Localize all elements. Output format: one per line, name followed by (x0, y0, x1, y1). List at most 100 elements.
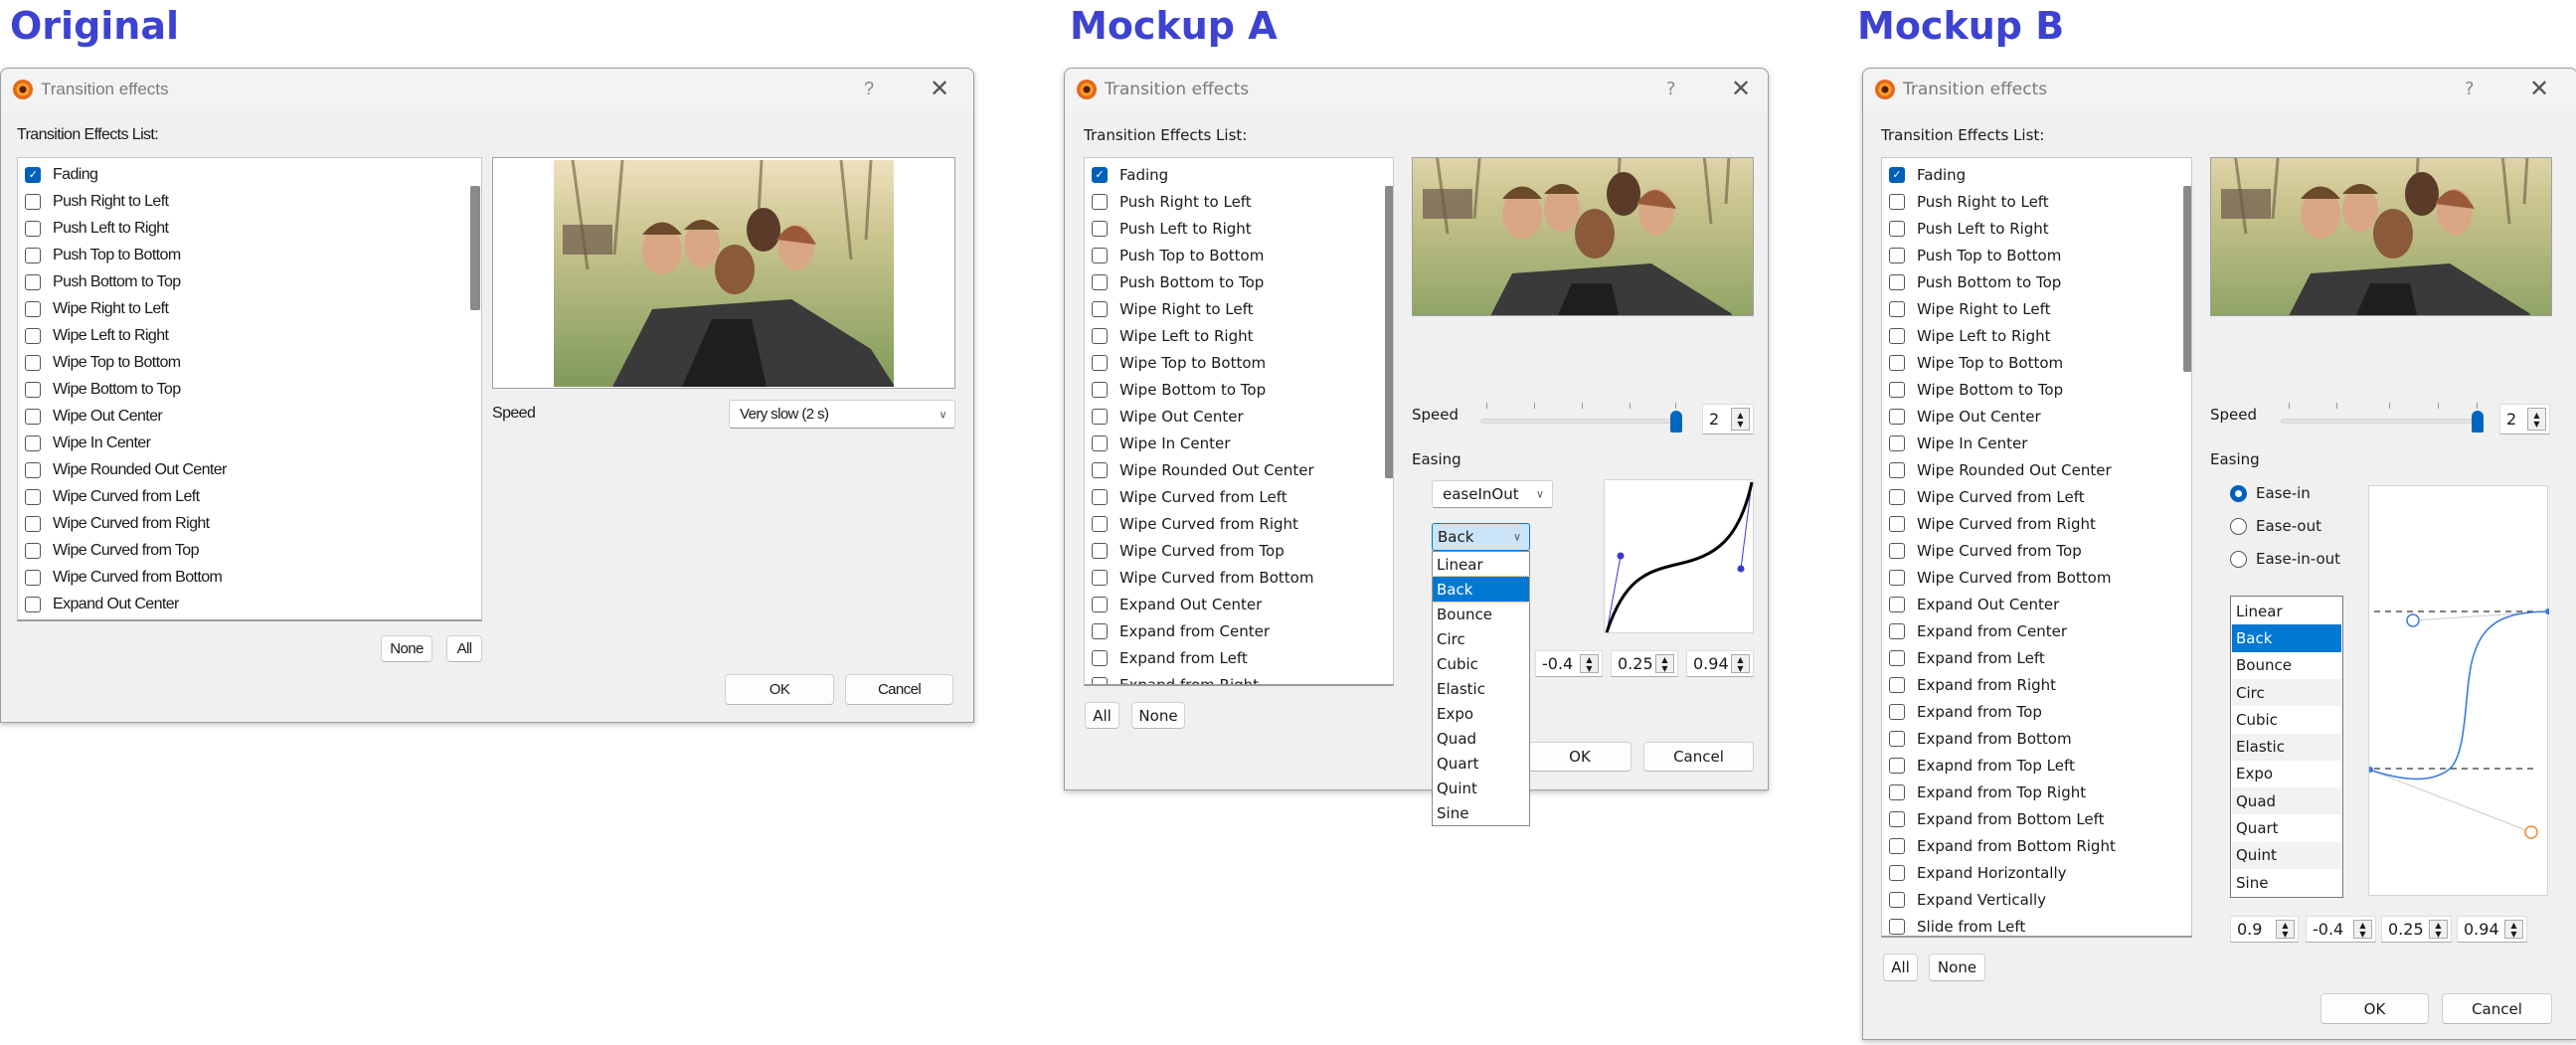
checkbox-icon[interactable] (1889, 193, 1905, 210)
radio-ease-in[interactable]: Ease-in (2230, 484, 2311, 502)
spin-arrows-icon[interactable]: ▲ ▼ (2429, 920, 2448, 939)
scrollbar-thumb[interactable] (470, 186, 480, 310)
effect-list-item[interactable]: Push Right to Left (1889, 188, 2049, 215)
checkbox-icon[interactable] (1092, 220, 1108, 237)
effect-list-item[interactable]: ✓ Fading (1889, 161, 1966, 188)
checkbox-icon[interactable] (25, 542, 41, 559)
effect-list-item[interactable]: Wipe Out Center (1092, 403, 1244, 430)
easing-option[interactable]: Bounce (1433, 602, 1529, 626)
spin-arrows-icon[interactable]: ▲ ▼ (2276, 920, 2295, 939)
checkbox-icon[interactable] (1889, 622, 1905, 639)
effect-list-item[interactable]: Wipe Left to Right (1092, 322, 1254, 349)
effect-list-item[interactable]: Wipe Top to Bottom (25, 349, 181, 376)
effect-list-item[interactable]: Push Right to Left (1092, 188, 1252, 215)
effect-list-item[interactable]: Expand from Top (1889, 698, 2042, 725)
effect-list-item[interactable]: Wipe Rounded Out Center (1889, 456, 2112, 483)
effect-list-item[interactable]: Wipe Left to Right (1889, 322, 2051, 349)
checkbox-icon[interactable] (1092, 649, 1108, 666)
easing-option[interactable]: Sine (2232, 869, 2341, 896)
speed-slider[interactable] (1480, 419, 1681, 424)
spin-arrows-icon[interactable]: ▲ ▼ (1655, 654, 1674, 673)
checkbox-icon[interactable] (1889, 435, 1905, 451)
easing-option[interactable]: Quad (2232, 787, 2341, 815)
scrollbar-thumb[interactable] (1385, 186, 1393, 478)
effect-list-item[interactable]: Push Right to Left (25, 188, 169, 215)
effect-list-item[interactable]: Wipe Curved from Left (25, 483, 200, 510)
checkbox-icon[interactable] (25, 381, 41, 398)
speed-slider-handle[interactable] (1670, 411, 1682, 433)
easing-option[interactable]: Linear (1433, 552, 1529, 577)
effect-list-item[interactable]: Expand from Bottom (1889, 725, 2072, 752)
select-none-button[interactable]: None (381, 635, 432, 662)
easing-option[interactable]: Quart (2232, 814, 2341, 841)
easing-type-select[interactable]: Back ∨ (1432, 523, 1530, 551)
effect-list-item[interactable]: Wipe Out Center (1889, 403, 2041, 430)
checkbox-icon[interactable] (1092, 515, 1108, 532)
checkbox-icon[interactable] (25, 596, 41, 612)
select-all-button[interactable]: All (1085, 702, 1119, 729)
checkbox-icon[interactable] (1889, 220, 1905, 237)
help-button[interactable]: ? (1666, 79, 1676, 99)
ok-button[interactable]: OK (1528, 742, 1631, 772)
checkbox-icon[interactable] (1889, 408, 1905, 425)
effect-list-item[interactable]: Push Top to Bottom (1092, 242, 1264, 268)
effect-list-item[interactable]: Wipe Right to Left (1092, 295, 1254, 322)
effect-list-item[interactable]: Wipe In Center (1889, 430, 2027, 456)
easing-option[interactable]: Back (1432, 576, 1530, 603)
spin-arrows-icon[interactable]: ▲ ▼ (2353, 920, 2372, 939)
easing-option[interactable]: Cubic (2232, 706, 2341, 733)
effect-list-item[interactable]: Expand Out Center (1889, 591, 2059, 617)
checkbox-icon[interactable] (1092, 273, 1108, 290)
effect-list-item[interactable]: Wipe Curved from Bottom (1092, 564, 1313, 591)
checkbox-icon[interactable] (25, 354, 41, 371)
effect-list-item[interactable]: Wipe Rounded Out Center (1092, 456, 1314, 483)
effect-list-item[interactable]: Push Left to Right (25, 215, 169, 242)
effect-list-item[interactable]: Wipe In Center (25, 430, 151, 456)
checkbox-icon[interactable] (25, 247, 41, 263)
cancel-button[interactable]: Cancel (1643, 742, 1754, 772)
checkbox-icon[interactable] (1092, 488, 1108, 505)
checkbox-icon[interactable] (1889, 515, 1905, 532)
checkbox-icon[interactable] (25, 435, 41, 451)
effect-list-item[interactable]: Expand Horizontally (1889, 859, 2067, 886)
checkbox-icon[interactable] (1889, 247, 1905, 263)
effect-list-item[interactable]: Expand from Right (1092, 671, 1259, 684)
effect-list-item[interactable]: Expand from Left (1889, 644, 2045, 671)
checkbox-icon[interactable] (1092, 381, 1108, 398)
effect-list-item[interactable]: Wipe Bottom to Top (1092, 376, 1266, 403)
effect-list-item[interactable]: Wipe Right to Left (1889, 295, 2051, 322)
spin-arrows-icon[interactable]: ▲ ▼ (1731, 654, 1750, 673)
param-spinbox-3[interactable]: 0.94 ▲ ▼ (1686, 650, 1754, 677)
speed-slider[interactable] (2281, 419, 2478, 424)
checkbox-icon[interactable] (25, 515, 41, 532)
checkbox-icon[interactable] (1092, 193, 1108, 210)
easing-option[interactable]: Circ (1433, 626, 1529, 651)
checkbox-icon[interactable] (1889, 864, 1905, 881)
checkbox-icon[interactable] (1889, 461, 1905, 478)
checkbox-icon[interactable] (25, 569, 41, 586)
checkbox-icon[interactable] (1889, 730, 1905, 747)
easing-option[interactable]: Back (2232, 624, 2341, 652)
checkbox-icon[interactable] (1092, 622, 1108, 639)
easing-curve-preview[interactable] (2367, 485, 2551, 896)
effect-list-item[interactable]: Wipe Bottom to Top (25, 376, 181, 403)
checkbox-icon[interactable] (1889, 676, 1905, 693)
checkbox-icon[interactable] (1092, 300, 1108, 317)
speed-spinbox[interactable]: 2 ▲ ▼ (1702, 404, 1754, 435)
radio-ease-in-out[interactable]: Ease-in-out (2230, 550, 2340, 568)
checkbox-icon[interactable] (1092, 542, 1108, 559)
cancel-button[interactable]: Cancel (845, 674, 953, 705)
easing-option[interactable]: Quart (1433, 751, 1529, 776)
easing-option[interactable]: Linear (2232, 598, 2341, 624)
checkbox-icon[interactable] (1889, 300, 1905, 317)
spin-arrows-icon[interactable]: ▲ ▼ (1731, 408, 1750, 431)
easing-option[interactable]: Elastic (2232, 733, 2341, 761)
speed-select[interactable]: Very slow (2 s) ∨ (729, 400, 955, 429)
effect-list-item[interactable]: Wipe Curved from Top (25, 537, 199, 564)
checkbox-icon[interactable] (1889, 757, 1905, 774)
checkbox-icon[interactable] (1889, 354, 1905, 371)
easing-type-list[interactable]: Linear Back Bounce Circ Cubic Elastic Expo Quad… (2230, 596, 2343, 898)
checkbox-icon[interactable] (1889, 918, 1905, 935)
checkbox-icon[interactable] (1889, 891, 1905, 908)
checkbox-icon[interactable] (1092, 461, 1108, 478)
